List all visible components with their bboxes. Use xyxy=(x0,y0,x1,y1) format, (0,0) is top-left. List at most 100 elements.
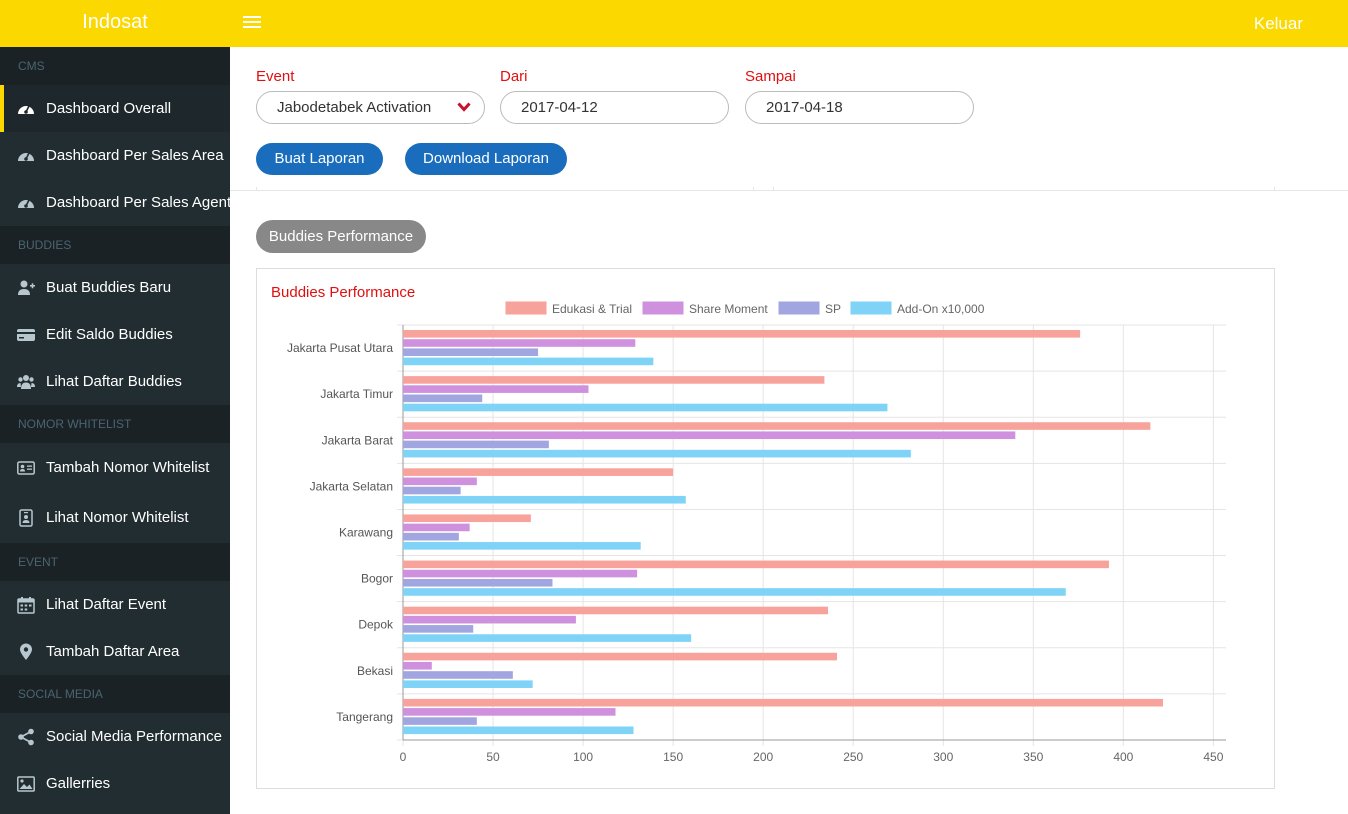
bar xyxy=(403,578,553,587)
x-tick-label: 450 xyxy=(1203,750,1223,764)
hamburger-menu-icon[interactable] xyxy=(243,14,261,30)
bar xyxy=(403,652,838,661)
bar xyxy=(403,514,531,523)
bar xyxy=(403,385,589,393)
bar xyxy=(403,634,692,642)
sidebar-section-cms: CMS xyxy=(0,47,230,85)
sidebar-item-label: Social Media Performance xyxy=(46,728,222,745)
sidebar-item-dashboard-per-sales-area[interactable]: Dashboard Per Sales Area xyxy=(0,132,230,179)
sidebar-item-gallerries[interactable]: Gallerries xyxy=(0,760,230,807)
bar xyxy=(403,726,634,735)
event-select-value: Jabodetabek Activation xyxy=(277,99,432,116)
sidebar-item-label: Edit Saldo Buddies xyxy=(46,326,173,343)
tab-buddies-performance[interactable]: Buddies Performance xyxy=(256,220,426,253)
x-tick-label: 400 xyxy=(1113,750,1133,764)
chevron-down-icon xyxy=(457,102,471,112)
sidebar-item-label: Tambah Nomor Whitelist xyxy=(46,459,210,476)
x-tick-label: 200 xyxy=(753,750,773,764)
bar xyxy=(403,348,539,356)
sidebar-item-lihat-daftar-event[interactable]: Lihat Daftar Event xyxy=(0,581,230,628)
to-date-input[interactable]: 2017-04-18 xyxy=(745,91,974,124)
chart-panel: Buddies Performance Edukasi & Trial Share… xyxy=(256,268,1275,789)
bar xyxy=(403,449,911,458)
bar xyxy=(403,523,470,532)
sidebar-item-dashboard-per-sales-agent[interactable]: Dashboard Per Sales Agent xyxy=(0,179,232,226)
sidebar-item-tambah-daftar-area[interactable]: Tambah Daftar Area xyxy=(0,628,230,675)
bar xyxy=(403,486,461,495)
event-label: Event xyxy=(256,68,295,85)
to-date-label: Sampai xyxy=(745,68,796,85)
bar xyxy=(403,376,825,384)
sidebar-section-buddies: BUDDIES xyxy=(0,226,230,264)
y-tick-label: Depok xyxy=(358,618,394,632)
bar-chart: Edukasi & Trial Share Moment SP Add-On x10,… xyxy=(287,301,1226,764)
sidebar: CMS Dashboard Overall Dashboard Per Sale… xyxy=(0,47,232,814)
bar xyxy=(403,477,477,486)
bar xyxy=(403,560,1109,569)
sidebar-item-buat-buddies-baru[interactable]: Buat Buddies Baru xyxy=(0,264,230,311)
sidebar-item-tambah-nomor-whitelist[interactable]: Tambah Nomor Whitelist xyxy=(0,443,230,493)
bar xyxy=(403,431,1016,440)
legend-label: Edukasi & Trial xyxy=(552,302,632,316)
y-tick-label: Jakarta Pusat Utara xyxy=(287,341,393,355)
legend-swatch xyxy=(505,301,547,315)
credit-card-icon xyxy=(17,329,35,341)
legend-swatch xyxy=(778,301,820,315)
top-navbar: Indosat Keluar xyxy=(0,0,1348,47)
bar xyxy=(403,339,636,347)
bar xyxy=(403,671,513,679)
y-tick-label: Bekasi xyxy=(357,664,393,678)
from-date-input[interactable]: 2017-04-12 xyxy=(500,91,729,124)
logout-link[interactable]: Keluar xyxy=(1254,0,1303,47)
sidebar-section-event: EVENT xyxy=(0,543,230,581)
sidebar-item-social-media-performance[interactable]: Social Media Performance xyxy=(0,713,230,760)
y-tick-label: Jakarta Barat xyxy=(322,433,394,447)
chart-title: Buddies Performance xyxy=(271,284,416,301)
x-tick-label: 0 xyxy=(400,750,407,764)
create-report-button[interactable]: Buat Laporan xyxy=(256,143,383,175)
x-tick-label: 250 xyxy=(843,750,863,764)
x-tick-label: 350 xyxy=(1023,750,1043,764)
id-card-icon xyxy=(17,461,35,475)
from-date-label: Dari xyxy=(500,68,528,85)
bar xyxy=(403,468,674,476)
bar xyxy=(403,403,888,412)
event-select[interactable]: Jabodetabek Activation xyxy=(256,91,485,124)
sidebar-section-social-media: SOCIAL MEDIA xyxy=(0,675,230,713)
sidebar-item-label: Gallerries xyxy=(46,775,111,792)
bar xyxy=(403,542,641,550)
main-content: Event Jabodetabek Activation Dari 2017-0… xyxy=(230,47,1348,814)
brand-logo[interactable]: Indosat xyxy=(0,0,230,47)
sidebar-item-lihat-nomor-whitelist[interactable]: Lihat Nomor Whitelist xyxy=(0,493,230,543)
x-tick-label: 300 xyxy=(933,750,953,764)
sidebar-item-label: Lihat Daftar Buddies xyxy=(46,373,182,390)
bar xyxy=(403,606,829,615)
bar xyxy=(403,680,533,688)
bar xyxy=(403,588,1066,596)
sidebar-item-dashboard-overall[interactable]: Dashboard Overall xyxy=(0,85,230,132)
sidebar-item-label: Tambah Daftar Area xyxy=(46,643,180,660)
legend-label: SP xyxy=(825,302,841,316)
bar xyxy=(403,495,686,504)
legend-swatch xyxy=(850,301,892,315)
sidebar-item-edit-saldo-buddies[interactable]: Edit Saldo Buddies xyxy=(0,311,230,358)
id-badge-icon xyxy=(19,509,33,527)
divider xyxy=(230,190,1348,191)
bar xyxy=(403,625,474,633)
legend-label: Share Moment xyxy=(689,302,768,316)
dashboard-icon xyxy=(18,199,34,208)
share-icon xyxy=(18,728,34,746)
x-tick-label: 100 xyxy=(573,750,593,764)
bar xyxy=(403,394,483,403)
bar xyxy=(403,569,638,578)
user-plus-icon xyxy=(18,280,35,295)
bar xyxy=(403,440,549,449)
sidebar-item-label: Lihat Daftar Event xyxy=(46,596,167,613)
download-report-button[interactable]: Download Laporan xyxy=(405,143,567,175)
y-tick-label: Bogor xyxy=(361,572,393,586)
sidebar-item-lihat-daftar-buddies[interactable]: Lihat Daftar Buddies xyxy=(0,358,230,405)
sidebar-item-label: Dashboard Per Sales Agent xyxy=(46,194,232,211)
bar xyxy=(403,708,616,716)
sidebar-item-label: Dashboard Overall xyxy=(46,100,172,117)
x-tick-label: 150 xyxy=(663,750,683,764)
